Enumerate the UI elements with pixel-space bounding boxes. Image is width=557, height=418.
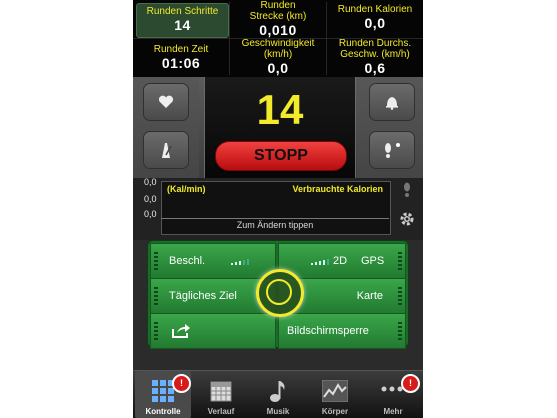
right-panel xyxy=(357,77,423,178)
stat-distance-label: Runden Strecke (km) xyxy=(249,0,307,22)
tab-label: Körper xyxy=(321,407,349,416)
tab-bar: ! Kontrolle Verlauf Musik Körper ! Mehr xyxy=(133,370,423,418)
stat-avg-speed-value: 0,6 xyxy=(364,60,386,76)
accel-label: Beschl. xyxy=(169,255,206,267)
grip-handle xyxy=(398,322,402,340)
stat-avg-speed-label: Runden Durchs. Geschw. (km/h) xyxy=(338,38,412,60)
heart-icon xyxy=(158,95,174,108)
share-icon xyxy=(172,324,190,338)
calories-graph[interactable]: 0,0 0,0 0,0 (Kal/min) Verbrauchte Kalori… xyxy=(133,177,423,240)
stat-time[interactable]: Runden Zeit 01:06 xyxy=(133,42,229,71)
stat-time-value: 01:06 xyxy=(161,55,201,71)
notification-badge: ! xyxy=(172,374,191,393)
stat-time-label: Runden Zeit xyxy=(153,44,209,55)
share-button[interactable] xyxy=(150,313,276,349)
tab-musik[interactable]: Musik xyxy=(250,371,306,418)
graph-tick: 0,0 xyxy=(144,209,157,219)
gear-icon[interactable] xyxy=(399,211,415,227)
music-note-icon xyxy=(270,381,285,402)
stat-speed-label: Geschwindigkeit (km/h) xyxy=(241,38,315,60)
stat-calories-label: Runden Kalorien xyxy=(337,4,413,15)
stat-avg-speed[interactable]: Runden Durchs. Geschw. (km/h) 0,6 xyxy=(327,38,423,76)
calendar-icon xyxy=(210,381,232,402)
step-count: 14 xyxy=(256,86,304,133)
control-area: 14 STOPP xyxy=(133,77,423,178)
accel-button[interactable]: Beschl. xyxy=(150,243,276,279)
divider xyxy=(133,38,423,39)
gps-button[interactable]: 2D GPS xyxy=(278,243,406,279)
tab-label: Verlauf xyxy=(207,407,235,416)
footprint-small-icon xyxy=(404,182,410,197)
heart-button[interactable] xyxy=(143,83,189,121)
app-screen: Runden Schritte 14 Runden Strecke (km) 0… xyxy=(133,0,423,418)
screen-lock-label: Bildschirmsperre xyxy=(287,325,369,337)
grip-handle xyxy=(398,287,402,305)
feature-grid: Beschl. 2D GPS Tägliches Ziel Karte Bild… xyxy=(147,240,409,349)
body-chart-icon xyxy=(322,380,348,402)
grid-icon xyxy=(152,380,174,402)
more-dots-icon xyxy=(381,386,403,392)
graph-hint: Zum Ändern tippen xyxy=(236,220,314,230)
stop-button[interactable]: STOPP xyxy=(215,141,347,171)
tab-label: Musik xyxy=(266,407,290,416)
tab-kontrolle[interactable]: ! Kontrolle xyxy=(135,371,191,418)
tab-label: Mehr xyxy=(383,407,403,416)
screen-lock-button[interactable]: Bildschirmsperre xyxy=(278,313,406,349)
signal-bars-icon xyxy=(311,259,329,265)
map-label: Karte xyxy=(356,290,383,302)
metronome-icon xyxy=(162,143,172,158)
gps-mode: 2D xyxy=(333,255,348,267)
stat-steps[interactable]: Runden Schritte 14 xyxy=(136,3,229,38)
stat-speed[interactable]: Geschwindigkeit (km/h) 0,0 xyxy=(230,38,326,76)
stat-distance[interactable]: Runden Strecke (km) 0,010 xyxy=(230,0,326,38)
graph-baseline xyxy=(161,218,389,219)
grip-handle xyxy=(154,287,158,305)
stat-calories-value: 0,0 xyxy=(364,15,386,31)
step-display: 14 STOPP xyxy=(204,77,356,178)
footstep-button[interactable] xyxy=(369,131,415,169)
tab-label: Kontrolle xyxy=(145,407,181,416)
graph-title: Verbrauchte Kalorien xyxy=(292,184,383,194)
notification-badge: ! xyxy=(401,374,420,393)
tab-koerper[interactable]: Körper xyxy=(307,371,363,418)
stat-steps-label: Runden Schritte xyxy=(146,6,219,17)
stat-distance-value: 0,010 xyxy=(259,22,297,38)
target-ring-icon[interactable] xyxy=(256,269,304,317)
graph-unit: (Kal/min) xyxy=(167,184,206,194)
signal-bars-icon xyxy=(231,259,249,265)
graph-tick: 0,0 xyxy=(144,177,157,187)
left-panel xyxy=(133,77,199,178)
stats-panel: Runden Schritte 14 Runden Strecke (km) 0… xyxy=(133,0,423,77)
stat-steps-value: 14 xyxy=(174,17,191,33)
gps-label: GPS xyxy=(361,255,385,267)
stat-speed-value: 0,0 xyxy=(267,60,289,76)
graph-tick: 0,0 xyxy=(144,194,157,204)
grip-handle xyxy=(398,252,402,270)
bell-button[interactable] xyxy=(369,83,415,121)
tab-mehr[interactable]: ! Mehr xyxy=(365,371,421,418)
daily-goal-label: Tägliches Ziel xyxy=(169,290,237,302)
grip-handle xyxy=(154,322,158,340)
grip-handle xyxy=(154,252,158,270)
footprint-icon xyxy=(385,143,400,158)
tab-verlauf[interactable]: Verlauf xyxy=(193,371,249,418)
pace-button[interactable] xyxy=(143,131,189,169)
bell-icon xyxy=(386,97,398,110)
stat-calories[interactable]: Runden Kalorien 0,0 xyxy=(327,4,423,31)
